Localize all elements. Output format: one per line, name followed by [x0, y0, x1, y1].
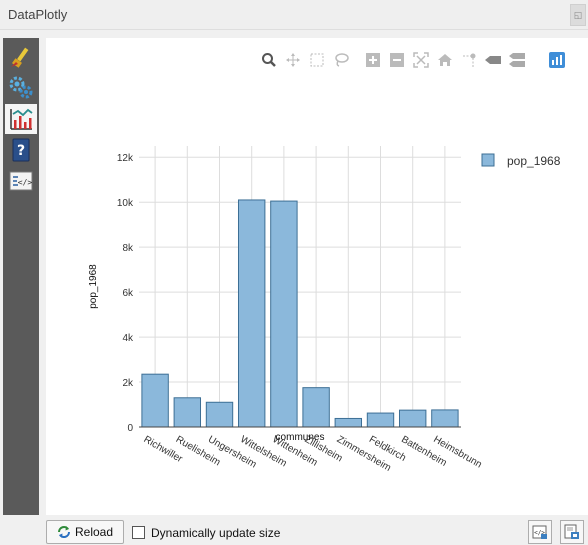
zoom-in-icon[interactable]	[364, 51, 382, 69]
bar-chart: 02k4k6k8k10k12kRichwillerRuelisheimUnger…	[88, 146, 561, 474]
bar	[334, 417, 363, 428]
lasso-select-icon[interactable]	[332, 51, 350, 69]
bar	[398, 409, 427, 428]
y-tick-label: 12k	[117, 153, 134, 164]
bar	[173, 397, 202, 428]
sidebar-item-help[interactable]: ?	[5, 135, 37, 165]
pan-icon[interactable]	[284, 51, 302, 69]
autoscale-icon[interactable]	[412, 51, 430, 69]
bottom-bar: Reload Dynamically update size </>	[0, 515, 588, 545]
y-tick-label: 2k	[122, 378, 134, 389]
bar	[237, 199, 266, 428]
gears-icon	[9, 76, 33, 99]
plotly-logo-icon[interactable]	[548, 51, 566, 69]
undock-button[interactable]: ◱	[570, 4, 586, 26]
chart-icon	[10, 108, 33, 130]
x-axis-title: communes	[276, 432, 325, 443]
code-icon: </>	[9, 171, 33, 191]
reload-button[interactable]: Reload	[46, 520, 124, 544]
reload-label: Reload	[74, 525, 114, 539]
title-bar: DataPlotly ◱	[0, 0, 588, 30]
y-axis-title: pop_1968	[88, 264, 99, 309]
y-tick-label: 4k	[122, 333, 134, 344]
export-html-button[interactable]: </>	[528, 520, 552, 544]
sidebar-item-code[interactable]: </>	[5, 166, 37, 196]
dynamic-size-label: Dynamically update size	[151, 526, 281, 540]
plot-panel: 0 2k 4k 6k 8k 10k 12k Richwiller Ruelisheim Unger…	[46, 38, 588, 515]
html-export-icon: </>	[532, 525, 547, 539]
modebar	[258, 49, 570, 71]
y-tick-label: 8k	[122, 243, 134, 254]
window-title: DataPlotly	[8, 7, 68, 22]
bar	[302, 387, 330, 428]
svg-text:</>: </>	[18, 178, 33, 187]
y-tick-label: 6k	[122, 288, 134, 299]
export-image-button[interactable]	[560, 520, 584, 544]
bar	[270, 200, 298, 428]
zoom-icon[interactable]	[260, 51, 278, 69]
dynamic-size-checkbox[interactable]	[132, 526, 145, 539]
hover-closest-icon[interactable]	[484, 51, 502, 69]
zoom-out-icon[interactable]	[388, 51, 406, 69]
reset-axes-icon[interactable]	[436, 51, 454, 69]
spike-lines-icon[interactable]	[460, 51, 478, 69]
svg-text:?: ?	[17, 143, 25, 159]
legend-label: pop_1968	[507, 154, 561, 168]
hover-compare-icon[interactable]	[508, 51, 526, 69]
sidebar-item-settings[interactable]	[5, 72, 37, 102]
bar	[431, 409, 459, 428]
legend-swatch	[481, 153, 495, 167]
y-tick-label: 0	[127, 423, 133, 434]
sidebar: ? </>	[3, 38, 39, 545]
paintbrush-icon	[11, 47, 29, 68]
y-tick-label: 10k	[117, 198, 134, 209]
sidebar-item-plot[interactable]	[5, 104, 37, 134]
help-icon: ?	[12, 138, 30, 162]
bar	[141, 373, 169, 428]
bar	[205, 401, 234, 428]
refresh-icon	[57, 526, 70, 538]
box-select-icon[interactable]	[308, 51, 326, 69]
sidebar-item-style[interactable]	[5, 42, 37, 72]
bar	[366, 412, 395, 428]
image-export-icon	[564, 524, 579, 539]
